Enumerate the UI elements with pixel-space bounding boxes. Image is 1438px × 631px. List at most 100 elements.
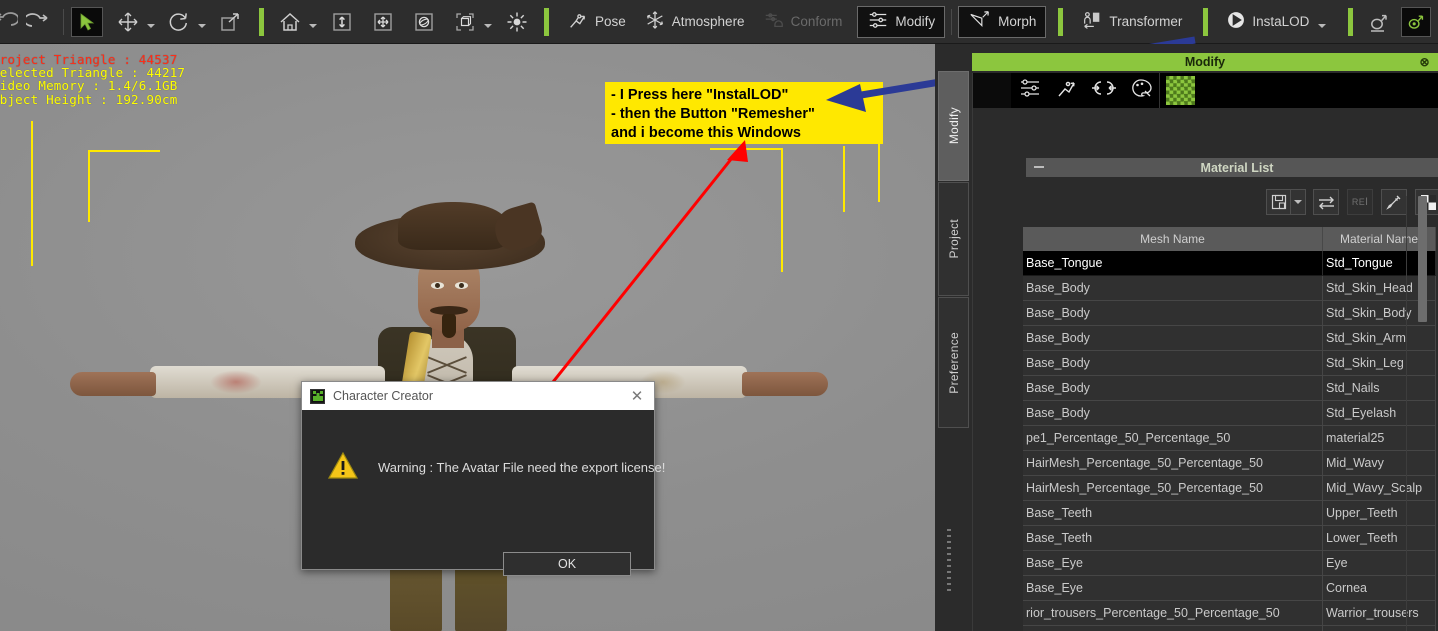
gender-tool-button[interactable] <box>1362 5 1396 39</box>
tab-texture[interactable] <box>1166 76 1195 105</box>
measure-guide-line <box>878 139 880 202</box>
toolbar-green-separator-5 <box>1348 7 1354 36</box>
cell-mesh-name: Base_Eye <box>1023 551 1323 576</box>
table-row[interactable]: Base_Body Std_Skin_Leg <box>1023 351 1436 376</box>
close-icon[interactable]: ✕ <box>626 385 648 407</box>
instalod-dropdown[interactable] <box>1315 7 1329 37</box>
table-row[interactable]: Base_Teeth Lower_Teeth <box>1023 526 1436 551</box>
table-row[interactable]: Base_Eye Cornea <box>1023 576 1436 601</box>
select-tool-button[interactable] <box>71 6 103 37</box>
transfer-material-button[interactable] <box>1313 189 1339 215</box>
annotation-line-1: - I Press here "InstalLOD" <box>611 87 789 103</box>
sidebar-item-project[interactable]: Project <box>938 182 969 296</box>
collapse-icon[interactable] <box>1034 166 1044 168</box>
modify-button[interactable]: Modify <box>857 5 946 38</box>
warning-dialog: Character Creator ✕ Warning : The Avatar… <box>301 381 665 576</box>
save-dropdown-button[interactable] <box>1291 189 1306 215</box>
chevron-down-icon <box>1294 200 1302 204</box>
cell-mesh-name: Base_Body <box>1023 326 1323 351</box>
frame-object-button[interactable] <box>448 5 493 39</box>
table-row[interactable]: Base_Body Std_Skin_Head <box>1023 276 1436 301</box>
move-tool-dropdown[interactable] <box>145 7 156 37</box>
panel-vertical-tabs: Modify Project Preference <box>938 71 969 443</box>
orbit-view-button[interactable] <box>407 5 441 39</box>
instalod-label: InstaLOD <box>1252 14 1310 29</box>
light-button[interactable] <box>500 5 534 39</box>
table-row[interactable]: pe1_Percentage_50_Percentage_50 material2… <box>1023 426 1436 451</box>
annotation-note: - I Press here "InstalLOD" - then the Bu… <box>605 82 883 144</box>
skingen-button[interactable] <box>1401 6 1432 37</box>
instalod-button[interactable]: InstaLOD <box>1217 6 1338 38</box>
table-row[interactable]: Base_Eye Eye <box>1023 551 1436 576</box>
cell-mesh-name: Base_Teeth <box>1023 501 1323 526</box>
measure-guide-line <box>88 150 90 222</box>
panel-close-icon[interactable]: ⊗ <box>1417 54 1432 69</box>
column-header-mesh-name[interactable]: Mesh Name <box>1023 227 1323 251</box>
cell-mesh-name: Base_Eye <box>1023 576 1323 601</box>
move-tool-button[interactable] <box>111 5 156 39</box>
measure-guide-line <box>88 150 160 152</box>
rotate-tool-button[interactable] <box>162 5 207 39</box>
redo-button[interactable] <box>22 5 56 39</box>
undo-icon <box>0 7 22 37</box>
table-row[interactable]: Base_Body Std_Skin_Body <box>1023 301 1436 326</box>
warning-triangle-icon <box>327 451 359 480</box>
tab-material[interactable] <box>1122 73 1159 108</box>
panel-resize-handle[interactable] <box>947 529 951 591</box>
material-list-scrollbar[interactable] <box>1418 190 1427 631</box>
pick-material-button[interactable] <box>1381 189 1407 215</box>
frame-object-dropdown[interactable] <box>482 7 493 37</box>
instalod-icon <box>1226 10 1246 33</box>
section-title: Material List <box>1200 160 1274 175</box>
table-row[interactable]: Base_Body Std_Skin_Arm <box>1023 326 1436 351</box>
rotate-tool-dropdown[interactable] <box>196 7 207 37</box>
scale-tool-button[interactable] <box>213 5 247 39</box>
pose-button[interactable]: Pose <box>558 6 635 38</box>
transformer-label: Transformer <box>1109 14 1183 29</box>
annotation-line-2: - then the Button "Remesher" <box>611 106 815 122</box>
table-row[interactable]: HairMesh_Percentage_50_Percentage_50 Mid_… <box>1023 451 1436 476</box>
cell-mesh-name: HairMesh_Percentage_50_Percentage_50 <box>1023 451 1323 476</box>
sidebar-item-modify[interactable]: Modify <box>938 71 969 181</box>
table-header-row: Mesh Name Material Name <box>1023 227 1436 251</box>
main-toolbar: Pose Atmosphere Conform Modify Morph Tra… <box>0 0 1438 44</box>
morph-button[interactable]: Morph <box>958 5 1047 38</box>
undo-button[interactable] <box>0 5 22 39</box>
save-material-button[interactable] <box>1266 189 1291 215</box>
scrollbar-thumb[interactable] <box>1418 196 1427 322</box>
tab-attribute[interactable] <box>1011 73 1048 108</box>
viewport-stats-overlay: Project Triangle : 44537 Selected Triang… <box>0 53 185 106</box>
ok-button[interactable]: OK <box>503 552 631 576</box>
table-row[interactable]: cer socks_Percentage_50_Percentage_50Soc… <box>1023 626 1436 631</box>
tab-pose[interactable] <box>1048 73 1085 108</box>
table-row[interactable]: Base_Body Std_Nails <box>1023 376 1436 401</box>
home-view-button[interactable] <box>273 5 318 39</box>
transformer-button[interactable]: Transformer <box>1072 6 1191 38</box>
material-list-section-header[interactable]: Material List <box>1026 158 1438 177</box>
cell-mesh-name: Base_Body <box>1023 376 1323 401</box>
table-row[interactable]: Base_Teeth Upper_Teeth <box>1023 501 1436 526</box>
table-row[interactable]: HairMesh_Percentage_50_Percentage_50 Mid_… <box>1023 476 1436 501</box>
home-icon <box>273 7 307 37</box>
pan-view-button[interactable] <box>366 5 400 39</box>
atmosphere-button[interactable]: Atmosphere <box>635 6 754 38</box>
cell-mesh-name: Base_Tongue <box>1023 251 1323 276</box>
sidebar-item-preference[interactable]: Preference <box>938 297 969 428</box>
pan-icon <box>366 7 400 37</box>
table-row[interactable]: Base_Tongue Std_Tongue <box>1023 251 1436 276</box>
panel-title-bar[interactable]: Modify ⊗ <box>972 53 1438 71</box>
material-list-table[interactable]: Mesh Name Material Name Base_Tongue Std_T… <box>1023 227 1436 631</box>
sidebar-item-label: Preference <box>946 331 961 394</box>
atmosphere-icon <box>644 9 666 34</box>
rename-material-button: RE I <box>1347 189 1373 215</box>
fit-height-button[interactable] <box>325 5 359 39</box>
panel-title: Modify <box>1184 55 1226 69</box>
table-row[interactable]: Base_Body Std_Eyelash <box>1023 401 1436 426</box>
tab-adjust[interactable] <box>1085 73 1122 108</box>
pose-icon <box>567 9 589 34</box>
conform-icon <box>763 9 785 34</box>
morph-icon <box>968 9 992 34</box>
table-row[interactable]: rior_trousers_Percentage_50_Percentage_5… <box>1023 601 1436 626</box>
home-view-dropdown[interactable] <box>307 7 318 37</box>
dialog-title-bar[interactable]: Character Creator ✕ <box>302 382 654 410</box>
